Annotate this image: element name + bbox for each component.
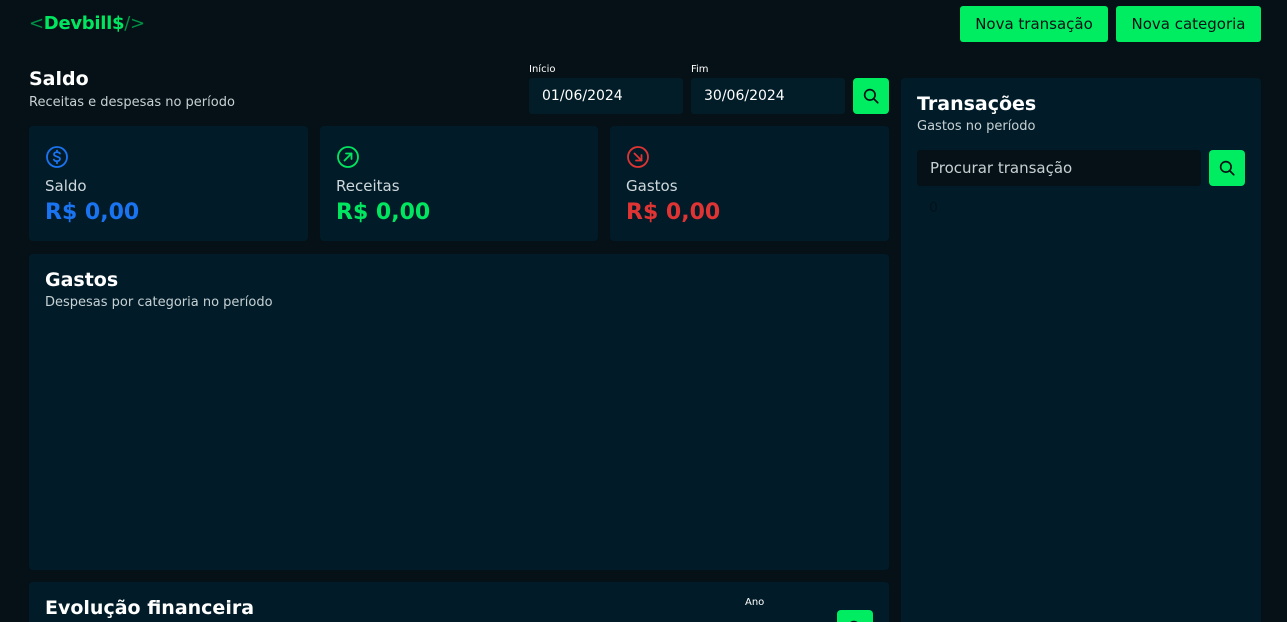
logo-open-bracket: < [29, 13, 44, 34]
transactions-panel: Transações Gastos no período Procurar tr… [901, 78, 1261, 622]
search-icon [1219, 160, 1235, 176]
end-date-input[interactable]: 30/06/2024 [691, 78, 845, 114]
income-card-label: Receitas [336, 177, 400, 195]
expenses-card: Gastos R$ 0,00 [610, 126, 889, 241]
expenses-panel-title: Gastos [45, 269, 119, 291]
transactions-panel-title: Transações [917, 93, 1037, 115]
new-transaction-button[interactable]: Nova transação [960, 6, 1108, 42]
balance-card-value: R$ 0,00 [45, 200, 140, 225]
expenses-panel-subtitle: Despesas por categoria no período [45, 295, 273, 310]
transaction-search-input[interactable]: Procurar transação [917, 150, 1201, 186]
start-date-label: Início [529, 64, 556, 75]
balance-card: Saldo R$ 0,00 [29, 126, 308, 241]
transactions-count: 0 [929, 200, 938, 216]
new-category-button[interactable]: Nova categoria [1116, 6, 1261, 42]
year-label: Ano [745, 597, 765, 608]
income-card-value: R$ 0,00 [336, 200, 431, 225]
dollar-circle-icon [46, 146, 68, 168]
app-logo: <Devbill$/> [29, 13, 145, 34]
dashboard-page: <Devbill$/> Nova transação Nova categori… [0, 0, 1287, 622]
financial-evolution-panel: Evolução financeira Ano [29, 582, 889, 622]
expenses-card-label: Gastos [626, 177, 678, 195]
balance-section-subtitle: Receitas e despesas no período [29, 95, 235, 110]
expenses-card-value: R$ 0,00 [626, 200, 721, 225]
evolution-panel-title: Evolução financeira [45, 597, 255, 619]
start-date-input[interactable]: 01/06/2024 [529, 78, 683, 114]
logo-close-bracket: /> [124, 13, 145, 34]
search-transaction-button[interactable] [1209, 150, 1245, 186]
arrow-up-right-circle-icon [337, 146, 359, 168]
search-icon [863, 88, 879, 104]
transactions-panel-subtitle: Gastos no período [917, 119, 1036, 134]
filter-period-button[interactable] [853, 78, 889, 114]
expenses-by-category-panel: Gastos Despesas por categoria no período [29, 254, 889, 570]
balance-section-title: Saldo [29, 68, 89, 90]
arrow-down-right-circle-icon [627, 146, 649, 168]
end-date-label: Fim [691, 64, 709, 75]
filter-year-button[interactable] [837, 610, 873, 622]
income-card: Receitas R$ 0,00 [320, 126, 598, 241]
balance-card-label: Saldo [45, 177, 87, 195]
logo-name: Devbill$ [43, 13, 125, 34]
